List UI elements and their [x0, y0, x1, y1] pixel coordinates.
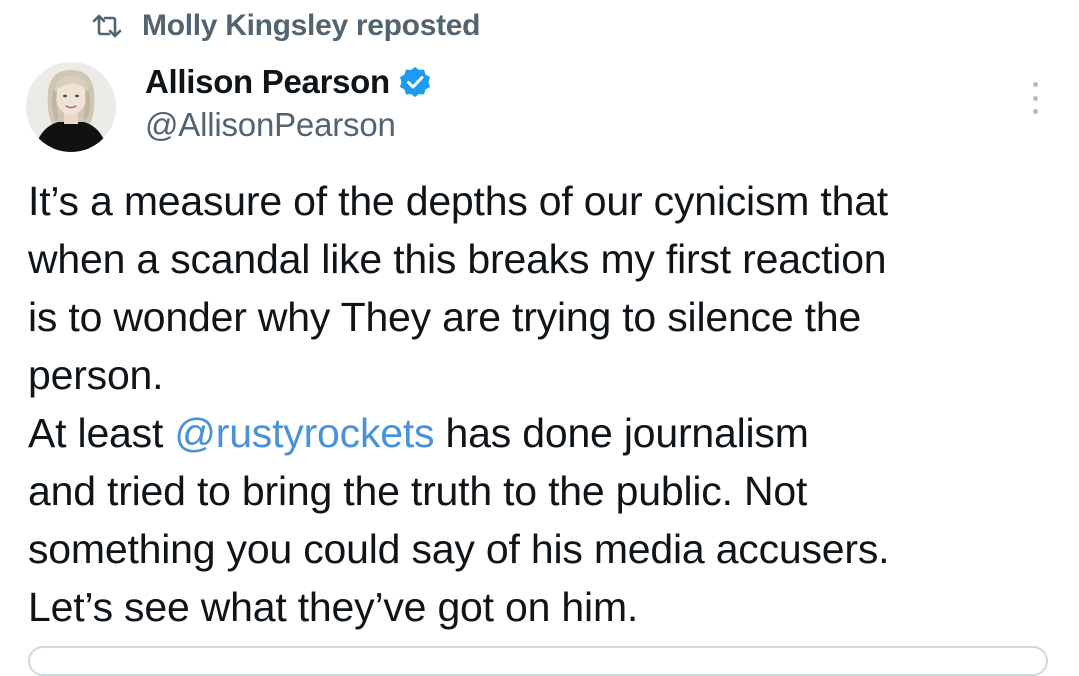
repost-context[interactable]: Molly Kingsley reposted [92, 6, 480, 46]
tweet-line: is to wonder why They are trying to sile… [28, 294, 862, 340]
tweet-line-with-mention: At least @rustyrockets has done journali… [28, 404, 1068, 462]
tweet-line: person. [28, 352, 164, 398]
avatar[interactable] [26, 62, 116, 152]
mention-link[interactable]: @rustyrockets [174, 410, 434, 456]
tweet-line: and tried to bring the truth to the publ… [28, 468, 808, 514]
more-options-icon [1032, 82, 1038, 87]
tweet-line: Let’s see what they’ve got on him. [28, 584, 639, 630]
tweet-text: It’s a measure of the depths of our cyni… [28, 172, 1068, 636]
tweet-text-segment: has done journalism [434, 410, 809, 456]
more-options-button[interactable] [1020, 80, 1050, 116]
tweet-line: It’s a measure of the depths of our cyni… [28, 178, 888, 224]
tweet-line: when a scandal like this breaks my first… [28, 236, 887, 282]
verified-badge-icon[interactable] [398, 65, 432, 99]
tweet-line: something you could say of his media acc… [28, 526, 890, 572]
author-name[interactable]: Allison Pearson [145, 63, 390, 101]
author-handle[interactable]: @AllisonPearson [145, 106, 396, 144]
tweet[interactable]: Molly Kingsley reposted Allison Pearson [0, 0, 1079, 676]
repost-label[interactable]: Molly Kingsley reposted [142, 9, 480, 43]
author-name-row[interactable]: Allison Pearson [145, 60, 432, 104]
tweet-text-segment: At least [28, 410, 175, 456]
quoted-card-edge[interactable] [28, 646, 1048, 676]
repost-icon [92, 13, 122, 39]
more-options-icon-dot-3 [1032, 109, 1038, 114]
more-options-icon-dot-2 [1032, 95, 1038, 101]
